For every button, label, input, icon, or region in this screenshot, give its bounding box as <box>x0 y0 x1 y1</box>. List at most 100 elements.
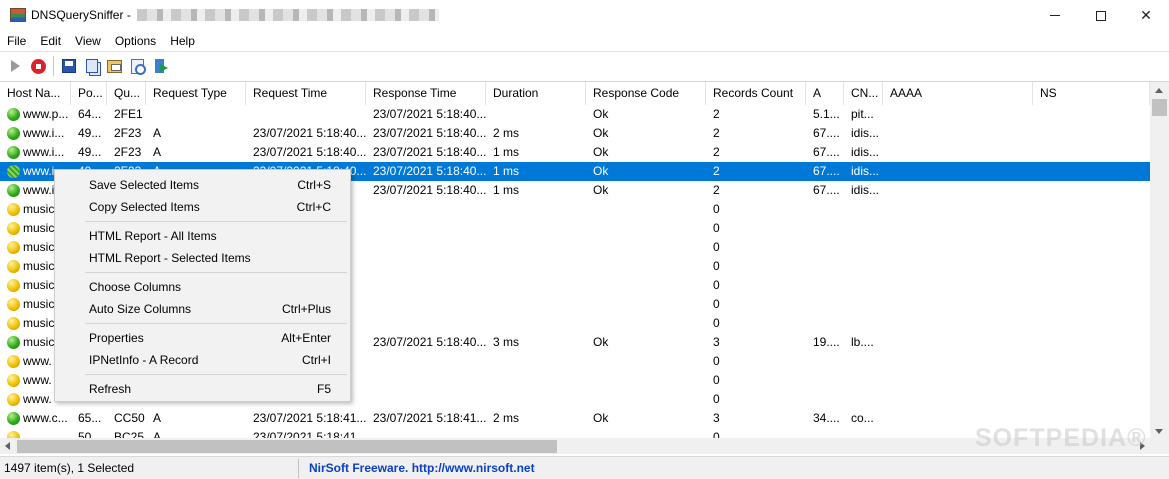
cell-response-time: 23/07/2021 5:18:40... <box>373 164 486 178</box>
cell-request-time <box>246 105 366 124</box>
cell-request-type: A <box>153 126 162 140</box>
column-header-ns[interactable]: NS <box>1033 82 1150 105</box>
context-menu-refresh[interactable]: Refresh F5 <box>55 378 350 400</box>
context-menu-shortcut: Ctrl+Plus <box>281 302 331 316</box>
cell-cname <box>844 257 883 276</box>
context-menu-choose-columns[interactable]: Choose Columns <box>55 276 350 298</box>
cell-query-id: 2F23 <box>114 126 142 140</box>
cell-duration <box>486 314 586 333</box>
cell-records-count: 2 <box>713 183 720 197</box>
cell-request-time: 23/07/2021 5:18:40... <box>253 145 366 159</box>
context-menu-label: Copy Selected Items <box>89 200 200 214</box>
vertical-scroll-thumb[interactable] <box>1152 99 1167 116</box>
menu-file[interactable]: File <box>0 31 33 51</box>
properties-button[interactable] <box>103 55 126 77</box>
cell-records-count: 0 <box>713 373 720 387</box>
close-button[interactable]: ✕ <box>1123 0 1169 31</box>
column-header-cname[interactable]: CN... <box>844 82 883 105</box>
copy-button[interactable] <box>80 55 103 77</box>
cell-response-time: 23/07/2021 5:18:40... <box>373 183 486 197</box>
context-menu-html-report-selected-items[interactable]: HTML Report - Selected Items <box>55 247 350 269</box>
cell-a-record <box>806 257 844 276</box>
scroll-corner <box>1150 438 1169 454</box>
column-header-records-count[interactable]: Records Count <box>706 82 806 105</box>
cell-duration <box>486 257 586 276</box>
column-header-host-name[interactable]: Host Na... <box>0 82 71 105</box>
menu-edit[interactable]: Edit <box>33 31 68 51</box>
redacted-title-region <box>137 9 439 21</box>
column-header-a-record[interactable]: A <box>806 82 844 105</box>
menu-help[interactable]: Help <box>163 31 202 51</box>
cell-a-record: 67.... <box>813 126 840 140</box>
column-header-response-time[interactable]: Response Time <box>366 82 486 105</box>
cell-response-code <box>586 276 706 295</box>
html-report-button[interactable] <box>126 55 149 77</box>
softpedia-watermark: SOFTPEDIA® <box>975 424 1147 452</box>
horizontal-scroll-thumb[interactable] <box>17 440 557 453</box>
table-row[interactable]: www.i... 49... 2F23 A 23/07/2021 5:18:40... 2… <box>0 143 1150 162</box>
cell-duration <box>486 200 586 219</box>
scroll-down-icon[interactable] <box>1155 429 1163 434</box>
cell-response-code <box>586 238 706 257</box>
table-row[interactable]: www.p... 64... 2FE1 23/07/2021 5:18:40... Ok… <box>0 105 1150 124</box>
cell-request-time: 23/07/2021 5:18:41... <box>253 411 366 425</box>
context-menu-copy-selected-items[interactable]: Copy Selected Items Ctrl+C <box>55 196 350 218</box>
cell-records-count: 0 <box>713 278 720 292</box>
column-header-request-type[interactable]: Request Type <box>146 82 246 105</box>
table-row[interactable]: www.i... 49... 2F23 A 23/07/2021 5:18:40... 2… <box>0 124 1150 143</box>
context-menu-ipnetinfo-a-record[interactable]: IPNetInfo - A Record Ctrl+I <box>55 349 350 371</box>
cell-records-count: 0 <box>713 354 720 368</box>
close-icon: ✕ <box>1140 7 1152 23</box>
cell-response-time: 23/07/2021 5:18:41... <box>373 411 486 425</box>
column-header-response-code[interactable]: Response Code <box>586 82 706 105</box>
context-menu-html-report-all-items[interactable]: HTML Report - All Items <box>55 225 350 247</box>
cell-response-code <box>586 371 706 390</box>
context-menu-shortcut: F5 <box>316 382 331 396</box>
context-menu-separator <box>55 218 350 225</box>
exit-button[interactable] <box>149 55 172 77</box>
toolbar-separator <box>53 56 54 76</box>
context-menu-label: Refresh <box>89 382 132 396</box>
scroll-left-icon[interactable] <box>5 442 10 450</box>
nirsoft-link[interactable]: NirSoft Freeware. http://www.nirsoft.net <box>309 461 535 475</box>
cell-response-time <box>366 390 486 409</box>
cell-cname: idis... <box>851 145 880 159</box>
cell-records-count: 0 <box>713 259 720 273</box>
cell-host-name: www.i... <box>23 145 65 159</box>
status-divider <box>298 459 299 478</box>
save-button[interactable] <box>57 55 80 77</box>
cell-duration: 3 ms <box>493 335 520 349</box>
scroll-up-icon[interactable] <box>1155 88 1163 93</box>
column-header-duration[interactable]: Duration <box>486 82 586 105</box>
cell-response-time <box>366 257 486 276</box>
column-header-aaaa[interactable]: AAAA <box>883 82 1033 105</box>
minimize-button[interactable] <box>1032 0 1078 31</box>
cell-host-name: www.c... <box>23 411 68 425</box>
context-menu-separator <box>55 269 350 276</box>
item-count-status: 1497 item(s), 1 Selected <box>4 461 135 475</box>
cell-cname: lb.... <box>851 335 874 349</box>
column-header-request-time[interactable]: Request Time <box>246 82 366 105</box>
stop-capture-button[interactable] <box>27 55 50 77</box>
column-header-query-id[interactable]: Qu... <box>107 82 146 105</box>
menu-options[interactable]: Options <box>108 31 163 51</box>
vertical-scrollbar[interactable] <box>1150 82 1169 438</box>
context-menu-auto-size-columns[interactable]: Auto Size Columns Ctrl+Plus <box>55 298 350 320</box>
cell-duration <box>486 390 586 409</box>
cell-records-count: 2 <box>713 145 720 159</box>
cell-cname: idis... <box>851 183 880 197</box>
start-capture-button[interactable] <box>4 55 27 77</box>
cell-cname <box>844 238 883 257</box>
cell-response-time: 23/07/2021 5:18:40... <box>373 107 486 121</box>
cell-cname <box>844 219 883 238</box>
column-header-port[interactable]: Po... <box>71 82 107 105</box>
context-menu-properties[interactable]: Properties Alt+Enter <box>55 327 350 349</box>
context-menu-save-selected-items[interactable]: Save Selected Items Ctrl+S <box>55 174 350 196</box>
cell-duration <box>486 295 586 314</box>
cell-duration <box>486 371 586 390</box>
maximize-button[interactable] <box>1078 0 1124 31</box>
menu-view[interactable]: View <box>68 31 108 51</box>
cell-response-code: Ok <box>593 164 609 178</box>
cell-a-record: 34.... <box>813 411 840 425</box>
maximize-icon <box>1096 10 1106 21</box>
